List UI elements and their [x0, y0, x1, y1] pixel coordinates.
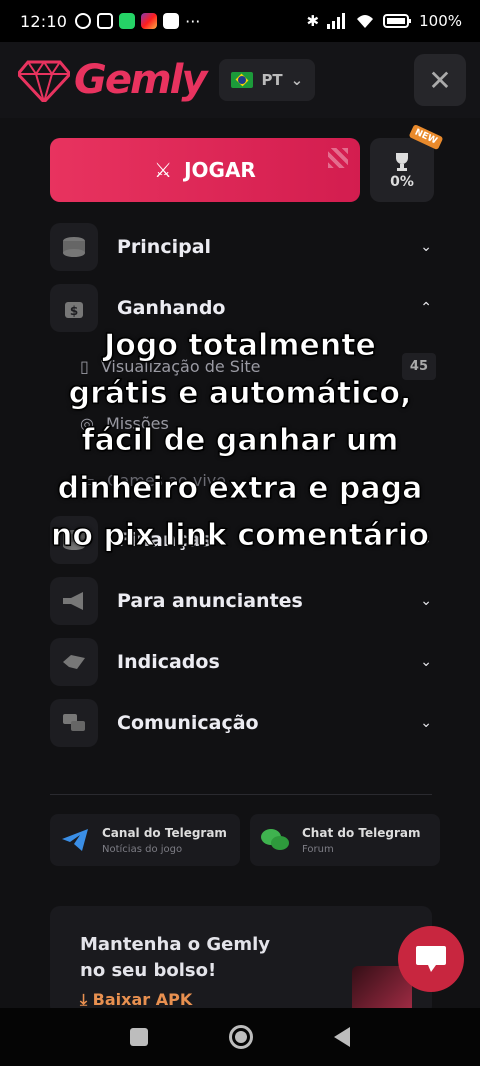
alarm-icon [75, 13, 92, 29]
play-button[interactable]: ⚔ JOGAR [50, 138, 360, 202]
logo-text: Gemly [74, 57, 207, 103]
card-title: Canal do Telegram [102, 825, 227, 840]
menu-item-comunicacao[interactable]: Comunicação ⌄ [50, 692, 436, 753]
status-time: 12:10 [20, 11, 68, 31]
instagram-icon [141, 13, 158, 29]
card-subtitle: Forum [302, 843, 334, 855]
caption-line: fácil de ganhar um [81, 423, 399, 459]
system-nav-bar [0, 1008, 480, 1066]
more-dots-icon: ··· [185, 11, 201, 31]
wechat-icon [261, 829, 289, 850]
bluetooth-icon: ✱ [306, 12, 320, 30]
handshake-icon [50, 637, 98, 686]
signal-icon [327, 13, 346, 29]
chevron-down-icon: ⌄ [420, 714, 432, 731]
chat-bubbles-icon [50, 698, 98, 747]
card-texts: Chat do Telegram Forum [302, 826, 420, 855]
menu-label: Para anunciantes [117, 589, 303, 612]
divider [50, 794, 432, 795]
chevron-up-icon: ⌃ [420, 299, 432, 316]
telegram-channel-card[interactable]: Canal do Telegram Notícias do jogo [50, 814, 240, 866]
telegram-icon [62, 829, 88, 851]
menu-item-indicados[interactable]: Indicados ⌄ [50, 631, 436, 692]
chevron-down-icon: ⌄ [290, 71, 304, 89]
battery-icon [383, 14, 412, 28]
support-chat-button[interactable] [398, 926, 464, 992]
menu-item-anunciantes[interactable]: Para anunciantes ⌄ [50, 570, 436, 631]
download-label: Baixar APK [92, 990, 193, 1009]
trophy-value: 0% [390, 174, 414, 190]
back-button[interactable] [333, 1027, 350, 1047]
coins-stack-icon [50, 222, 98, 271]
home-button[interactable] [228, 1025, 253, 1049]
close-button[interactable]: ✕ [414, 54, 466, 106]
crossed-swords-icon: ⚔ [154, 158, 173, 182]
play-row: ⚔ JOGAR NEW 0% [50, 123, 444, 202]
system-icons: ✱ 100% [307, 12, 462, 30]
new-badge: NEW [408, 123, 444, 151]
video-caption-overlay: Jogo totalmente grátis e automático, fác… [0, 322, 480, 560]
menu-label: Principal [117, 235, 212, 258]
chevron-down-icon: ⌄ [420, 592, 432, 609]
caption-line: no pix link comentário [51, 518, 430, 554]
download-icon: ⤓ [80, 990, 88, 1009]
gemly-logo[interactable]: Gemly [18, 57, 207, 103]
promo-title-line1: Mantenha o Gemly [80, 934, 271, 955]
language-code: PT [261, 71, 283, 89]
chat-icon [416, 946, 446, 972]
menu-label: Indicados [117, 650, 220, 673]
google-icon [163, 13, 180, 29]
card-subtitle: Notícias do jogo [102, 843, 183, 855]
close-icon: ✕ [428, 63, 452, 97]
card-title: Chat do Telegram [302, 825, 421, 840]
app-promo-card: Mantenha o Gemly no seu bolso! ⤓ Baixar … [50, 906, 432, 1016]
menu-label: Comunicação [117, 711, 259, 734]
status-bar: 12:10 ··· ✱ 100% [0, 0, 480, 42]
caption-line: grátis e automático, [68, 375, 412, 411]
brazil-flag-icon [231, 72, 254, 88]
wifi-icon [357, 15, 374, 28]
telegram-links: Canal do Telegram Notícias do jogo Chat … [50, 814, 440, 866]
caption-line: dinheiro extra e paga [57, 470, 423, 506]
app-header: Gemly PT ⌄ ✕ [0, 42, 480, 118]
svg-text:$: $ [70, 304, 78, 318]
language-selector[interactable]: PT ⌄ [219, 59, 316, 101]
play-label: JOGAR [184, 158, 256, 182]
trophy-button[interactable]: NEW 0% [370, 123, 444, 202]
card-texts: Canal do Telegram Notícias do jogo [102, 826, 227, 855]
chevron-down-icon: ⌄ [420, 653, 432, 670]
whatsapp-icon [119, 13, 136, 29]
battery-level: 100% [419, 12, 462, 30]
chevron-down-icon: ⌄ [420, 238, 432, 255]
pixel-decoration [328, 148, 348, 168]
megaphone-icon [50, 576, 98, 625]
nfc-icon [97, 13, 114, 29]
trophy-icon [396, 153, 408, 171]
gem-icon [18, 60, 70, 102]
menu-label: Ganhando [117, 296, 226, 319]
side-menu: ⚔ JOGAR NEW 0% Principal ⌄ $ Ganhando ⌃ … [0, 118, 480, 1016]
recents-button[interactable] [130, 1028, 149, 1046]
menu-item-principal[interactable]: Principal ⌄ [50, 216, 436, 277]
telegram-chat-card[interactable]: Chat do Telegram Forum [250, 814, 440, 866]
notification-icons: ··· [75, 12, 200, 31]
caption-line: Jogo totalmente [104, 328, 377, 364]
